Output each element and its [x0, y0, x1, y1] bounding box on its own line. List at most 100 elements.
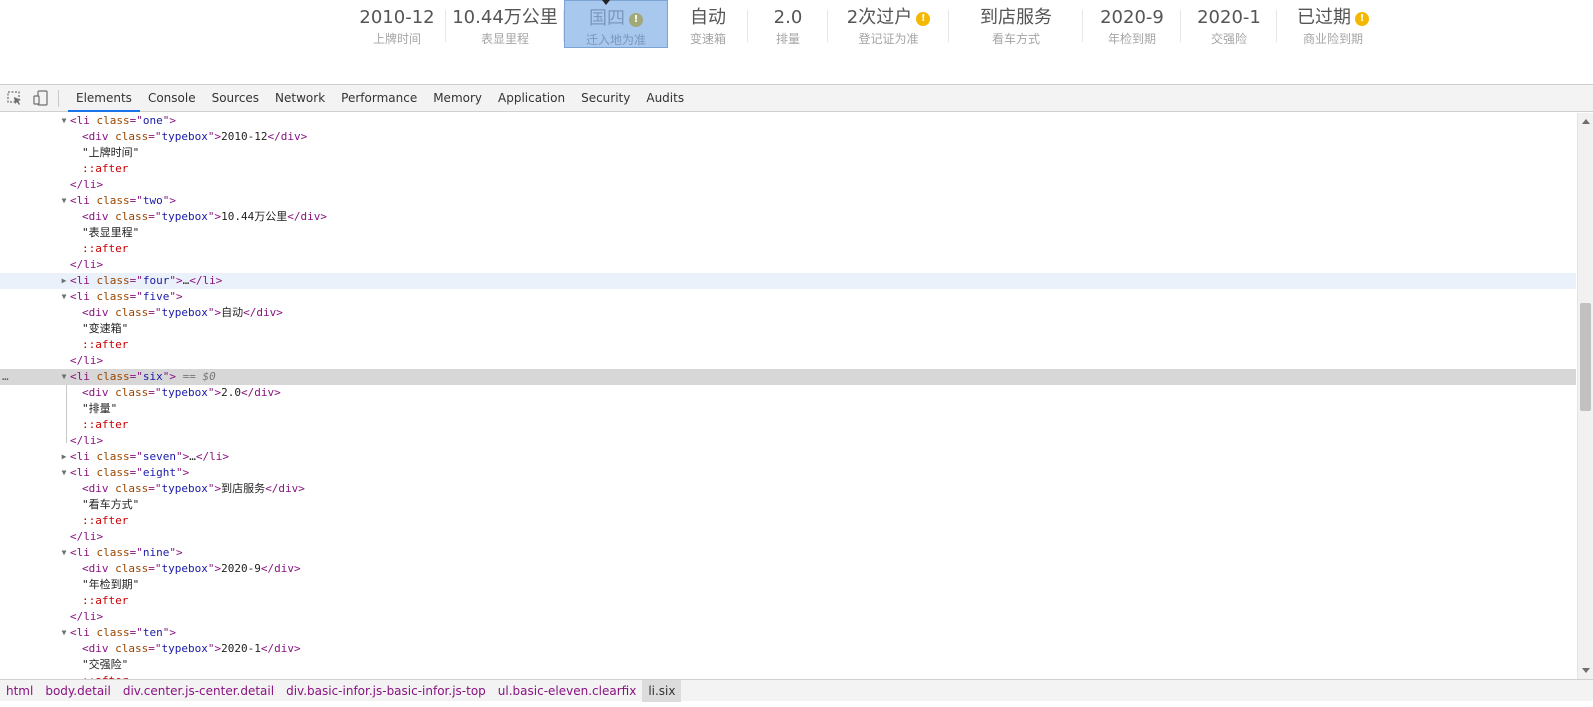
- tab-memory[interactable]: Memory: [425, 85, 490, 112]
- tag-close: </div>: [240, 386, 281, 399]
- attr-value: one: [142, 114, 163, 127]
- elements-tree[interactable]: ▼ <li class="one"> <div class="typebox">20…: [0, 113, 1576, 679]
- spec-item: 2010-12 上牌时间: [348, 0, 446, 48]
- dom-node-row[interactable]: <div class="typebox">自动</div>: [0, 305, 1576, 321]
- device-toolbar-icon[interactable]: [32, 89, 50, 107]
- dom-node-row[interactable]: <div class="typebox">2010-12</div>: [0, 129, 1576, 145]
- tab-application[interactable]: Application: [490, 85, 573, 112]
- tag-punct: =": [148, 210, 162, 223]
- breadcrumb-item[interactable]: ul.basic-eleven.clearfix: [492, 680, 643, 702]
- tab-console[interactable]: Console: [140, 85, 204, 112]
- info-icon[interactable]: !: [916, 12, 931, 26]
- dom-node-row[interactable]: <div class="typebox">2020-9</div>: [0, 561, 1576, 577]
- dom-node-row[interactable]: ::after: [0, 593, 1576, 609]
- tab-audits[interactable]: Audits: [638, 85, 692, 112]
- node-text: 2020-1: [221, 642, 261, 655]
- dom-node-row[interactable]: ▼ <li class="one">: [0, 113, 1576, 129]
- breadcrumb-item[interactable]: div.basic-infor.js-basic-infor.js-top: [280, 680, 492, 702]
- attr-name: class: [115, 386, 149, 399]
- node-markup: "交强险": [82, 657, 128, 673]
- expand-down-icon[interactable]: ▼: [59, 369, 69, 385]
- expand-down-icon[interactable]: ▼: [59, 625, 69, 641]
- tag-name: <li: [70, 466, 97, 479]
- node-markup: <div class="typebox">2010-12</div>: [82, 129, 307, 145]
- dom-node-row[interactable]: "看车方式": [0, 497, 1576, 513]
- tag-name: <li: [70, 194, 97, 207]
- pseudo-element: ::after: [82, 514, 129, 527]
- node-menu-icon[interactable]: …: [2, 369, 9, 385]
- spec-value: 2020-9: [1100, 7, 1164, 28]
- tag-name: <li: [70, 450, 97, 463]
- expand-down-icon[interactable]: ▼: [59, 545, 69, 561]
- dom-node-row[interactable]: ::after: [0, 513, 1576, 529]
- dom-node-row[interactable]: ▼ <li class="ten">: [0, 625, 1576, 641]
- spec-label: 交强险: [1210, 32, 1247, 46]
- attr-value: six: [142, 370, 163, 383]
- tab-elements[interactable]: Elements: [68, 85, 140, 112]
- dom-node-row[interactable]: <div class="typebox">2.0</div>: [0, 385, 1576, 401]
- dom-node-row[interactable]: ::after: [0, 417, 1576, 433]
- dom-node-row[interactable]: "变速箱": [0, 321, 1576, 337]
- dom-node-row[interactable]: ▼ <li class="nine">: [0, 545, 1576, 561]
- spec-value: 到店服务: [980, 7, 1052, 28]
- tag-punct: =": [148, 562, 162, 575]
- elements-scrollbar[interactable]: [1577, 113, 1593, 679]
- dom-node-row[interactable]: ::after: [0, 241, 1576, 257]
- expand-down-icon[interactable]: ▼: [59, 113, 69, 129]
- tag-punct: =": [129, 114, 143, 127]
- breadcrumb-item[interactable]: html: [0, 680, 39, 702]
- dom-node-row[interactable]: ▼ <li class="two">: [0, 193, 1576, 209]
- attr-name: class: [96, 546, 130, 559]
- tag-close: </div>: [260, 642, 301, 655]
- tab-performance[interactable]: Performance: [333, 85, 425, 112]
- dom-node-row[interactable]: ::after: [0, 161, 1576, 177]
- tag-name: <div: [82, 562, 116, 575]
- expand-right-icon[interactable]: ▶: [59, 273, 69, 289]
- dom-node-row[interactable]: ::after: [0, 337, 1576, 353]
- dom-node-row[interactable]: ▼ <li class="eight">: [0, 465, 1576, 481]
- breadcrumb-item[interactable]: div.center.js-center.detail: [117, 680, 280, 702]
- scroll-up-icon[interactable]: [1582, 119, 1590, 124]
- info-icon[interactable]: !: [629, 13, 643, 27]
- dom-node-row[interactable]: ▼ <li class="five">: [0, 289, 1576, 305]
- dom-node-row[interactable]: </li>: [0, 609, 1576, 625]
- inspect-element-icon[interactable]: [6, 89, 24, 107]
- spec-item: 到店服务 看车方式: [949, 0, 1083, 48]
- tab-security[interactable]: Security: [573, 85, 638, 112]
- tag-close: </li>: [70, 530, 104, 543]
- dom-node-row[interactable]: ▼ … <li class="six"> == $0: [0, 369, 1576, 385]
- spec-value: 2.0: [773, 7, 803, 28]
- tab-network[interactable]: Network: [267, 85, 333, 112]
- dom-node-row[interactable]: <div class="typebox">2020-1</div>: [0, 641, 1576, 657]
- expand-down-icon[interactable]: ▼: [59, 465, 69, 481]
- dom-node-row[interactable]: "排量": [0, 401, 1576, 417]
- dom-node-row[interactable]: </li>: [0, 177, 1576, 193]
- pseudo-element: ::after: [82, 594, 129, 607]
- spec-value: 国四!: [565, 7, 667, 31]
- expand-right-icon[interactable]: ▶: [59, 449, 69, 465]
- breadcrumb-item[interactable]: body.detail: [39, 680, 117, 702]
- dom-node-row[interactable]: "交强险": [0, 657, 1576, 673]
- scroll-down-icon[interactable]: [1582, 668, 1590, 673]
- scrollbar-thumb[interactable]: [1580, 303, 1591, 411]
- dom-node-row[interactable]: </li>: [0, 353, 1576, 369]
- dom-node-row[interactable]: ▶ <li class="four">…</li>: [0, 273, 1576, 289]
- tab-sources[interactable]: Sources: [204, 85, 267, 112]
- dom-node-row[interactable]: "上牌时间": [0, 145, 1576, 161]
- dom-breadcrumbs: html body.detail div.center.js-center.deta…: [0, 679, 1593, 702]
- dom-node-row[interactable]: "表显里程": [0, 225, 1576, 241]
- tag-close: </li>: [70, 434, 104, 447]
- info-icon[interactable]: !: [1355, 12, 1369, 26]
- dom-node-row[interactable]: <div class="typebox">到店服务</div>: [0, 481, 1576, 497]
- dom-node-row[interactable]: "年检到期": [0, 577, 1576, 593]
- dom-node-row[interactable]: </li>: [0, 433, 1576, 449]
- dom-node-row[interactable]: <div class="typebox">10.44万公里</div>: [0, 209, 1576, 225]
- breadcrumb-item[interactable]: li.six: [642, 679, 682, 702]
- dom-node-row[interactable]: ▶ <li class="seven">…</li>: [0, 449, 1576, 465]
- tag-close: </div>: [265, 482, 305, 495]
- expand-down-icon[interactable]: ▼: [59, 289, 69, 305]
- dom-node-row[interactable]: </li>: [0, 529, 1576, 545]
- expand-down-icon[interactable]: ▼: [59, 193, 69, 209]
- tag-close: </li>: [70, 258, 104, 271]
- dom-node-row[interactable]: </li>: [0, 257, 1576, 273]
